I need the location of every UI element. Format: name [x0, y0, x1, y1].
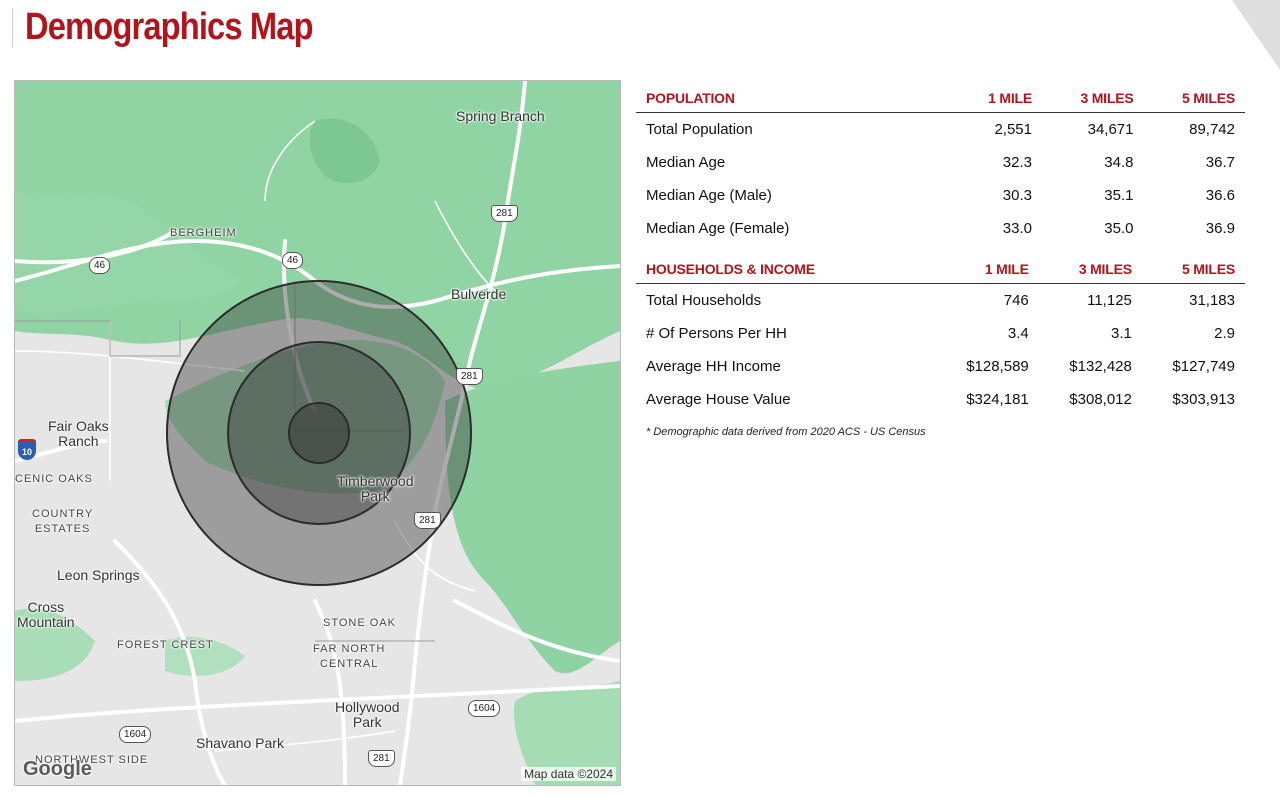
cell-value: 746	[1003, 292, 1029, 309]
table-row: Median Age 32.3 34.8 36.7	[636, 146, 1245, 179]
cell-value: $128,589	[966, 358, 1029, 375]
table-row: Average House Value $324,181 $308,012 $3…	[636, 383, 1245, 416]
cell-value: 33.0	[1002, 220, 1032, 237]
column-header-5-miles: 5 MILES	[1143, 84, 1245, 113]
label-fair-oaks-ranch: Fair Oaks Ranch	[48, 418, 109, 449]
table-header-row: POPULATION 1 MILE 3 MILES 5 MILES	[636, 84, 1245, 113]
cell-value: 36.9	[1205, 220, 1235, 237]
google-logo[interactable]: Google	[23, 758, 92, 781]
label-bergheim: BERGHEIM	[170, 227, 237, 239]
row-label: Median Age (Female)	[646, 220, 790, 237]
us-281-shield: 281	[491, 205, 518, 222]
label-timberwood-park: Timberwood Park	[337, 473, 414, 504]
label-spring-branch: Spring Branch	[456, 108, 545, 124]
row-label: Total Households	[646, 292, 762, 309]
row-label: Total Population	[646, 121, 753, 138]
column-header-5-miles: 5 MILES	[1141, 255, 1245, 284]
cell-value: $308,012	[1069, 391, 1132, 408]
cell-value: 34.8	[1104, 154, 1134, 171]
label-shavano-park: Shavano Park	[196, 735, 284, 751]
row-label: # Of Persons Per HH	[646, 325, 787, 342]
loop-1604-shield: 1604	[119, 726, 152, 743]
loop-1604-shield: 1604	[468, 700, 501, 717]
cell-value: $132,428	[1069, 358, 1132, 375]
cell-value: 35.1	[1104, 187, 1134, 204]
row-label: Average HH Income	[646, 358, 781, 375]
population-table: POPULATION 1 MILE 3 MILES 5 MILES Total …	[636, 84, 1245, 245]
cell-value: $127,749	[1172, 358, 1235, 375]
us-281-shield: 281	[456, 368, 483, 385]
label-country-estates: COUNTRY ESTATES	[32, 508, 94, 535]
cell-value: 2,551	[994, 121, 1032, 138]
row-label: Average House Value	[646, 391, 791, 408]
demographics-map[interactable]: Spring Branch BERGHEIM Bulverde Fair Oak…	[14, 80, 621, 786]
cell-value: 35.0	[1104, 220, 1134, 237]
title-divider	[12, 8, 13, 48]
label-leon-springs: Leon Springs	[57, 567, 140, 583]
cell-value: 3.1	[1111, 325, 1132, 342]
column-header-3-miles: 3 MILES	[1038, 255, 1142, 284]
map-attribution[interactable]: Map data ©2024	[521, 767, 616, 781]
label-bulverde: Bulverde	[451, 286, 507, 302]
us-281-shield: 281	[414, 512, 441, 529]
table-row: Median Age (Male) 30.3 35.1 36.6	[636, 179, 1245, 212]
cell-value: 36.7	[1205, 154, 1235, 171]
column-header-1-mile: 1 MILE	[935, 255, 1039, 284]
column-header-1-mile: 1 MILE	[940, 84, 1042, 113]
cell-value: 32.3	[1002, 154, 1032, 171]
cell-value: 34,671	[1087, 121, 1134, 138]
cell-value: 30.3	[1002, 187, 1032, 204]
us-281-shield: 281	[368, 750, 395, 767]
section-heading-households-income: HOUSEHOLDS & INCOME	[636, 255, 936, 284]
cell-value: 2.9	[1214, 325, 1235, 342]
data-source-footnote: * Demographic data derived from 2020 ACS…	[646, 426, 926, 438]
label-hollywood-park: Hollywood Park	[335, 699, 400, 730]
label-scenic-oaks: CENIC OAKS	[15, 473, 93, 485]
cell-value: 3.4	[1007, 325, 1029, 342]
i-10-shield: 10	[18, 439, 36, 460]
sh-46-shield: 46	[282, 252, 304, 269]
label-cross-mountain: Cross Mountain	[17, 599, 75, 630]
cell-value: $324,181	[966, 391, 1029, 408]
table-row: Median Age (Female) 33.0 35.0 36.9	[636, 212, 1245, 245]
households-income-table: HOUSEHOLDS & INCOME 1 MILE 3 MILES 5 MIL…	[636, 255, 1245, 416]
page-title: Demographics Map	[25, 6, 314, 48]
column-header-3-miles: 3 MILES	[1042, 84, 1144, 113]
label-far-north-central: FAR NORTH CENTRAL	[313, 643, 386, 670]
cell-value: 36.6	[1205, 187, 1235, 204]
table-row: Total Households 746 11,125 31,183	[636, 284, 1245, 318]
cell-value: 31,183	[1189, 292, 1235, 309]
cell-value: 11,125	[1087, 292, 1132, 309]
section-heading-population: POPULATION	[636, 84, 941, 113]
sh-46-shield: 46	[89, 257, 111, 274]
label-forest-crest: FOREST CREST	[117, 639, 214, 651]
row-label: Median Age (Male)	[646, 187, 772, 204]
cell-value: 89,742	[1189, 121, 1235, 138]
ring-1-mile	[288, 402, 350, 464]
cell-value: $303,913	[1172, 391, 1235, 408]
label-stone-oak: STONE OAK	[323, 617, 396, 629]
table-row: Total Population 2,551 34,671 89,742	[636, 113, 1245, 147]
table-row: Average HH Income $128,589 $132,428 $127…	[636, 350, 1245, 383]
table-row: # Of Persons Per HH 3.4 3.1 2.9	[636, 317, 1245, 350]
corner-decoration	[1232, 0, 1280, 70]
row-label: Median Age	[646, 154, 726, 171]
demographics-tables: POPULATION 1 MILE 3 MILES 5 MILES Total …	[636, 84, 1245, 438]
table-header-row: HOUSEHOLDS & INCOME 1 MILE 3 MILES 5 MIL…	[636, 255, 1245, 284]
